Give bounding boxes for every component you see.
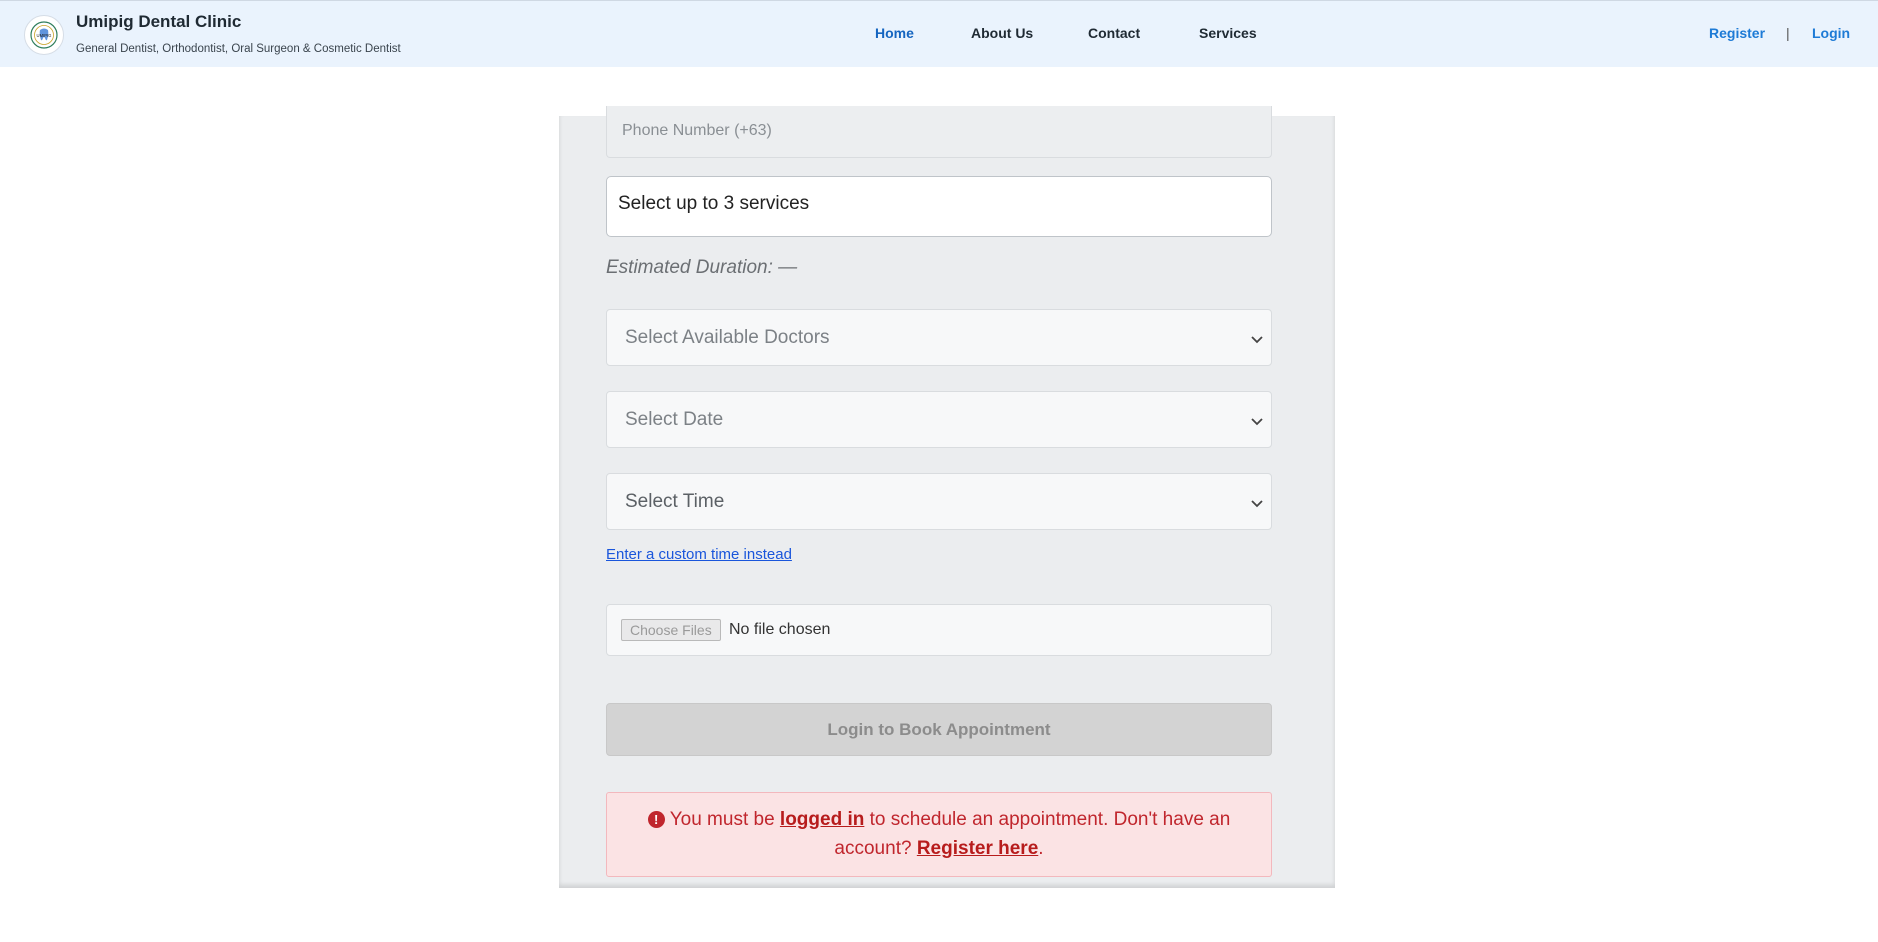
register-link[interactable]: Register	[1709, 25, 1765, 41]
doctor-select[interactable]: Select Available Doctors	[606, 309, 1272, 366]
clinic-logo[interactable]: UMIPIG	[24, 15, 64, 55]
choose-files-button[interactable]: Choose Files	[621, 619, 721, 641]
svg-text:UMIPIG: UMIPIG	[37, 33, 52, 38]
date-select-label: Select Date	[625, 409, 724, 430]
alert-text-1: You must be	[669, 809, 780, 830]
services-multiselect[interactable]: Select up to 3 services	[606, 176, 1272, 237]
alert-login-link[interactable]: logged in	[780, 809, 864, 830]
tooth-logo-icon: UMIPIG	[30, 21, 58, 49]
doctor-select-label: Select Available Doctors	[625, 327, 830, 348]
nav-home[interactable]: Home	[875, 25, 914, 41]
exclamation-circle-icon: !	[647, 811, 665, 828]
file-status: No file chosen	[729, 621, 831, 638]
nav-about-us[interactable]: About Us	[971, 25, 1033, 41]
estimated-duration: Estimated Duration: —	[606, 257, 798, 278]
auth-separator: |	[1786, 25, 1790, 41]
services-placeholder: Select up to 3 services	[618, 193, 810, 214]
file-upload-field[interactable]: Choose Files No file chosen	[606, 604, 1272, 656]
custom-time-link[interactable]: Enter a custom time instead	[606, 546, 792, 563]
chevron-down-icon	[1251, 336, 1263, 344]
nav-contact[interactable]: Contact	[1088, 25, 1140, 41]
brand-title: Umipig Dental Clinic	[76, 12, 242, 31]
top-navigation-bar: UMIPIG Umipig Dental Clinic General Dent…	[0, 0, 1878, 67]
login-link[interactable]: Login	[1812, 25, 1850, 41]
phone-number-input[interactable]: Phone Number (+63)	[606, 106, 1272, 158]
brand-subtitle: General Dentist, Orthodontist, Oral Surg…	[76, 43, 401, 55]
phone-placeholder: Phone Number (+63)	[622, 122, 772, 139]
date-select[interactable]: Select Date	[606, 391, 1272, 448]
time-select-label: Select Time	[625, 491, 725, 512]
chevron-down-icon	[1251, 500, 1263, 508]
chevron-down-icon	[1251, 418, 1263, 426]
alert-register-link[interactable]: Register here	[917, 838, 1038, 859]
alert-text-3: .	[1038, 838, 1044, 859]
login-to-book-button[interactable]: Login to Book Appointment	[606, 703, 1272, 756]
time-select[interactable]: Select Time	[606, 473, 1272, 530]
nav-services[interactable]: Services	[1199, 25, 1257, 41]
login-required-alert: ! You must be logged in to schedule an ap…	[606, 792, 1272, 877]
